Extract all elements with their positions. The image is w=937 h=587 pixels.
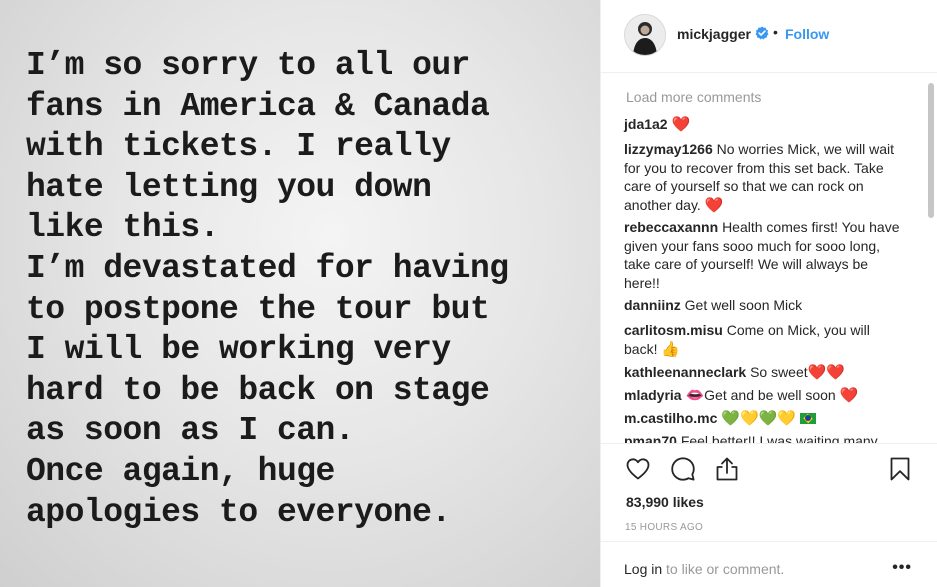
post-timestamp[interactable]: 15 HOURS AGO (625, 522, 703, 533)
comment: jda1a2 ❤️ (624, 115, 906, 135)
comment: kathleenanneclark So sweet❤️❤️ (624, 363, 906, 383)
verified-badge-icon (755, 26, 769, 40)
comment: lizzymay1266 No worries Mick, we will wa… (624, 140, 906, 215)
comment: carlitosm.misu Come on Mick, you will ba… (624, 321, 906, 359)
comment-username[interactable]: kathleenanneclark (624, 364, 746, 380)
post-text-line: with tickets. I really (26, 128, 451, 166)
comment-username[interactable]: danniinz (624, 297, 681, 313)
comment-username[interactable]: m.castilho.mc (624, 410, 717, 426)
post-text-line: hate letting you down (26, 168, 432, 206)
post-text-line: as soon as I can. (26, 412, 355, 450)
post-text-line: I’m devastated for having (26, 249, 509, 287)
heart-emoji: ❤️❤️ (807, 364, 846, 381)
comment-username[interactable]: jda1a2 (624, 116, 668, 132)
bookmark-icon[interactable] (887, 456, 913, 482)
comment-username[interactable]: rebeccaxannn (624, 219, 718, 235)
comment-username[interactable]: pman70 (624, 433, 677, 443)
comment-text: Feel better!! I was waiting many (680, 433, 878, 443)
comments-scrollbar[interactable] (928, 83, 934, 218)
comment-text: So sweet (750, 364, 808, 380)
post-actions: 83,990 likes 15 HOURS AGO Log in to like… (601, 443, 937, 580)
follow-button[interactable]: Follow (785, 26, 829, 42)
comment-username[interactable]: carlitosm.misu (624, 322, 723, 338)
comment: m.castilho.mc 💚💛💚💛 (624, 409, 906, 429)
post-header: mickjagger • Follow (601, 0, 937, 73)
comment-text: Get and be well soon (704, 387, 836, 403)
thumbs-up-emoji: 👍 (661, 340, 681, 358)
hearts-emoji: 💚💛💚💛 (721, 410, 796, 427)
comments-list[interactable]: Load more comments jda1a2 ❤️ lizzymay126… (601, 73, 937, 443)
post-image[interactable]: I’m so sorry to all our fans in America … (0, 0, 600, 587)
post-text: I’m so sorry to all our fans in America … (26, 46, 596, 533)
brazil-flag-icon (799, 413, 816, 424)
comment-icon[interactable] (670, 456, 696, 482)
comment-username[interactable]: mladyria (624, 387, 682, 403)
login-prompt-suffix: to like or comment. (662, 561, 785, 577)
post-text-line: fans in America & Canada (26, 87, 490, 125)
post-text-line: apologies to everyone. (26, 493, 451, 531)
post-text-line: like this. (26, 209, 220, 247)
login-bar: Log in to like or comment. ••• (601, 541, 937, 587)
post-text-line: to postpone the tour but (26, 290, 490, 328)
lips-emoji: 👄 (685, 387, 705, 404)
comment: danniinz Get well soon Mick (624, 296, 906, 315)
share-icon[interactable] (714, 456, 740, 482)
post-text-line: hard to be back on stage (26, 371, 490, 409)
post-text-line: I’m so sorry to all our (26, 47, 470, 84)
load-more-comments-button[interactable]: Load more comments (626, 89, 761, 105)
heart-emoji: ❤️ (704, 196, 724, 214)
likes-count[interactable]: 83,990 likes (626, 494, 704, 510)
more-options-icon[interactable]: ••• (892, 559, 912, 577)
comment: rebeccaxannn Health comes first! You hav… (624, 218, 906, 292)
avatar-photo (625, 15, 665, 55)
post-text-line: Once again, huge (26, 452, 335, 490)
heart-emoji: ❤️ (671, 116, 691, 133)
post-text-line: I will be working very (26, 331, 451, 369)
post-side-panel: mickjagger • Follow Load more comments j… (600, 0, 937, 587)
comment-text: Get well soon Mick (684, 297, 803, 313)
username-link[interactable]: mickjagger (677, 26, 751, 42)
comment: pman70 Feel better!! I was waiting many (624, 432, 906, 443)
comment-username[interactable]: lizzymay1266 (624, 141, 713, 157)
heart-emoji: ❤️ (839, 387, 859, 404)
login-prompt: Log in to like or comment. (624, 561, 784, 577)
comment: mladyria 👄Get and be well soon ❤️ (624, 386, 906, 406)
instagram-post-view: I’m so sorry to all our fans in America … (0, 0, 937, 587)
separator-dot: • (773, 24, 778, 40)
heart-icon[interactable] (625, 456, 651, 482)
login-link[interactable]: Log in (624, 561, 662, 577)
avatar[interactable] (624, 14, 666, 56)
